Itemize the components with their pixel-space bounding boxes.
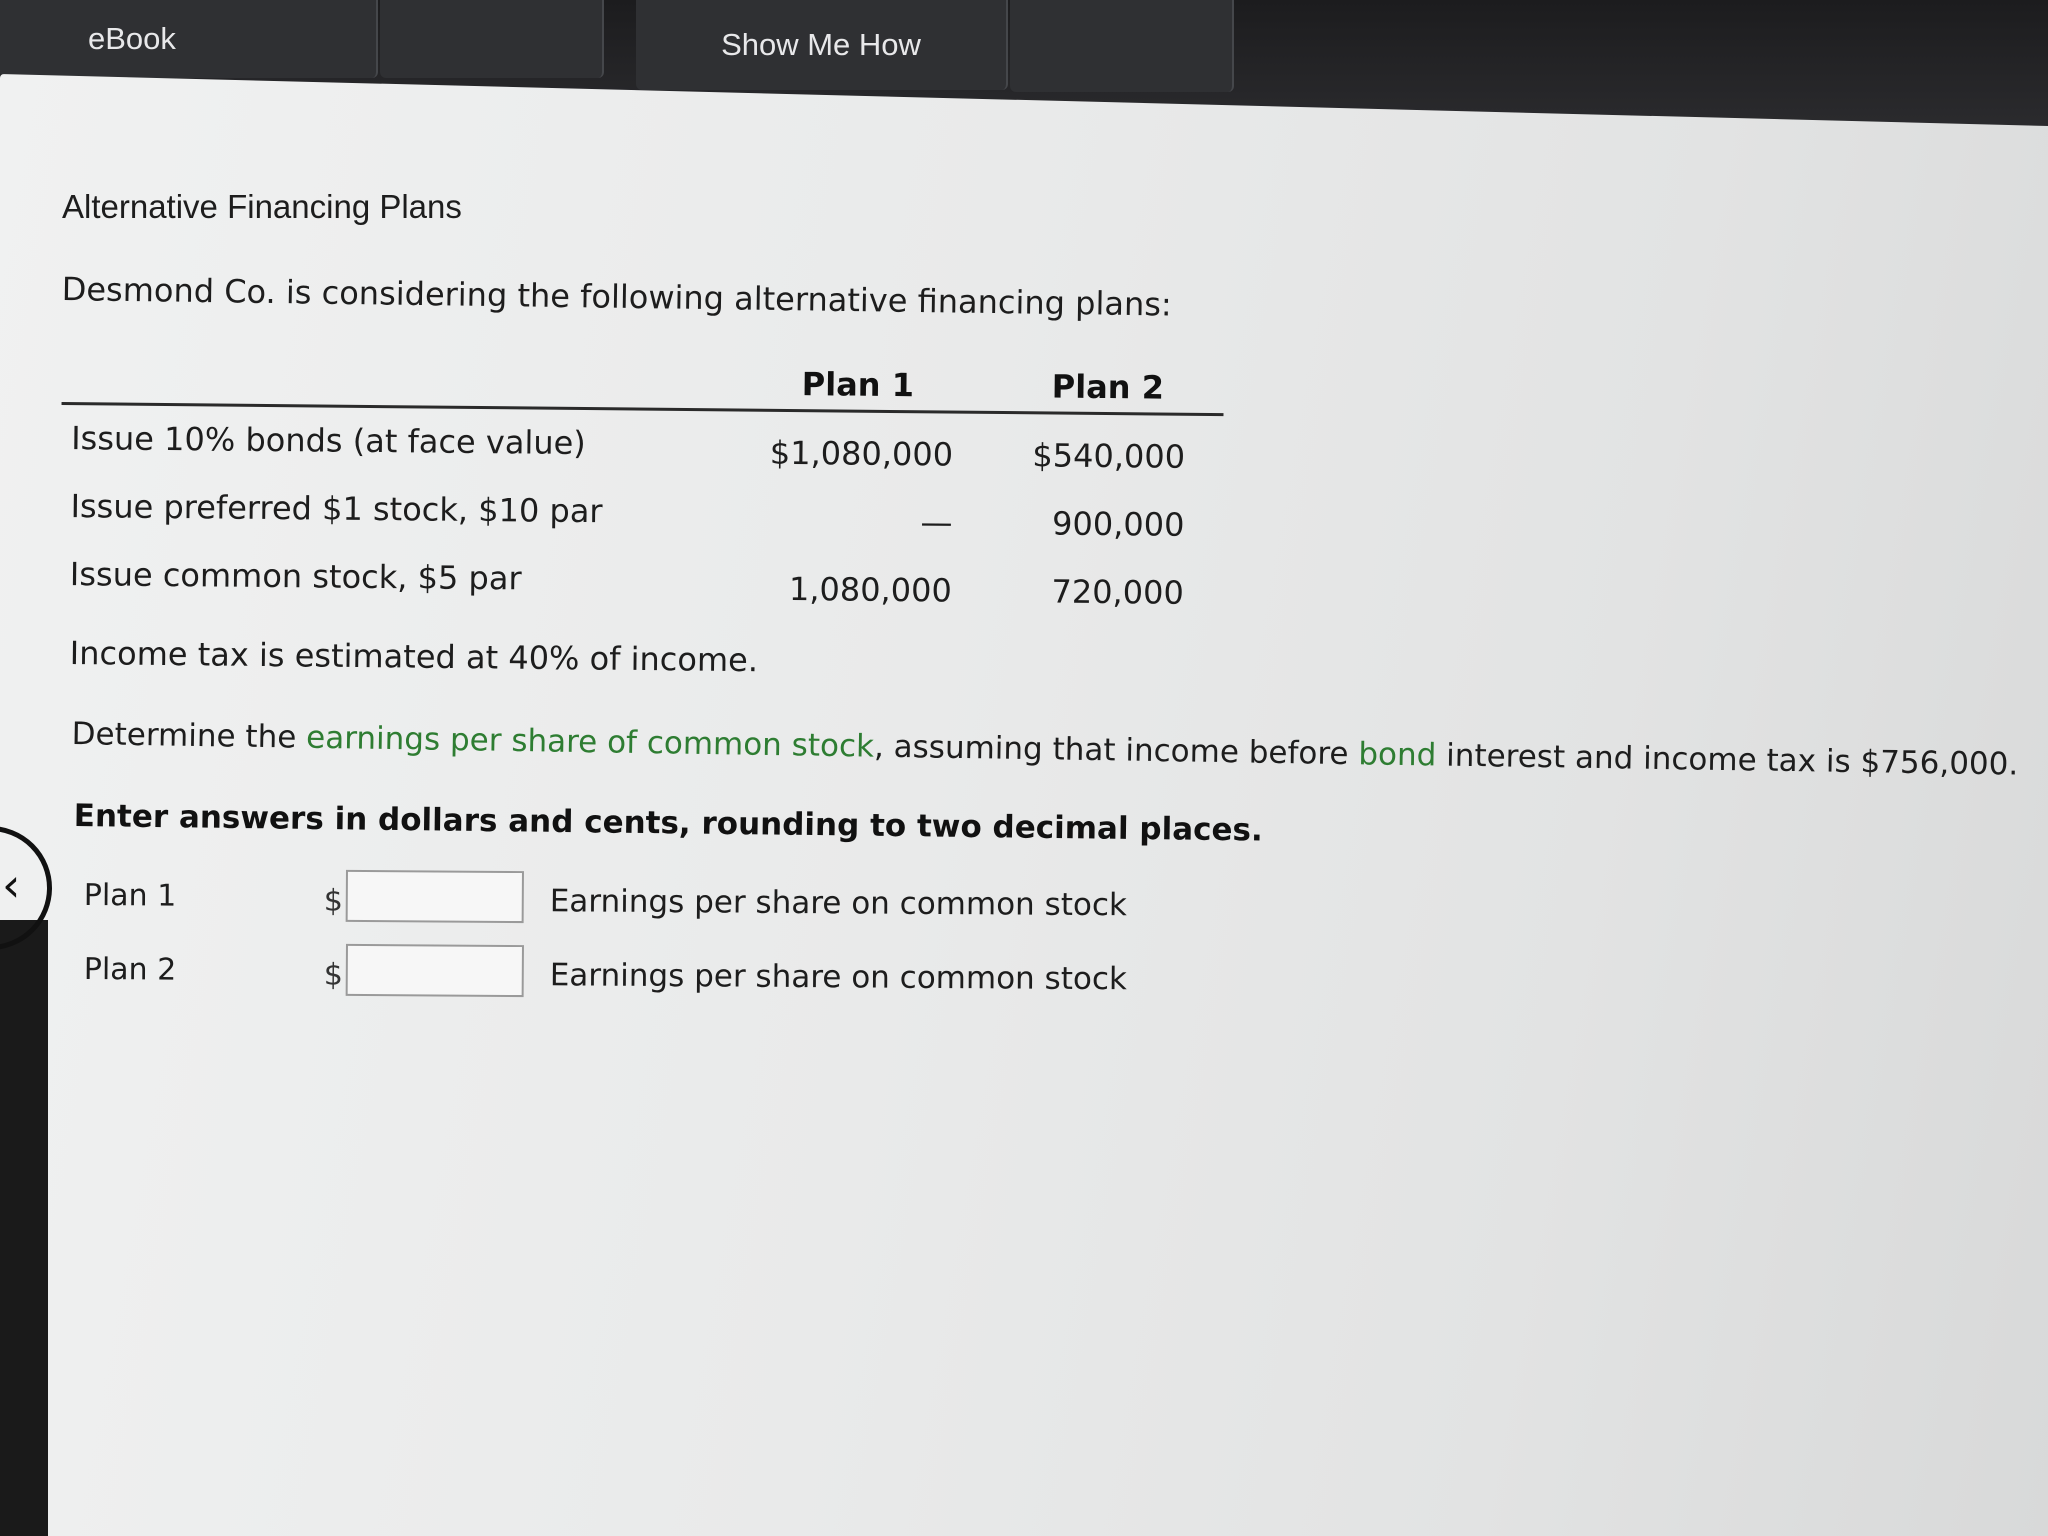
plan1-value: $1,080,000: [769, 433, 954, 474]
tab-ebook[interactable]: eBook: [0, 0, 378, 78]
row-label: Issue preferred $1 stock, $10 par: [70, 487, 603, 531]
question-text: Determine the earnings per share of comm…: [71, 716, 2018, 783]
tab-ebook-label: eBook: [88, 21, 176, 56]
table-row: Issue preferred $1 stock, $10 par — 900,…: [60, 473, 1223, 552]
answer-description: Earnings per share on common stock: [549, 957, 1128, 998]
plan1-eps-input[interactable]: [345, 869, 524, 924]
answer-row-plan2: Plan 2 $ Earnings per share on common st…: [84, 942, 1184, 1010]
table-row: Issue common stock, $5 par 1,080,000 720…: [60, 541, 1223, 620]
financing-plans-table: Plan 1 Plan 2 Issue 10% bonds (at face v…: [60, 356, 1224, 620]
glossary-link-eps[interactable]: earnings per share of common stock: [306, 720, 874, 765]
question-part: interest and income tax is $756,000.: [1436, 737, 2019, 783]
instruction-text: Enter answers in dollars and cents, roun…: [73, 798, 1263, 849]
question-part: , assuming that income before: [873, 728, 1359, 773]
glossary-link-bond[interactable]: bond: [1358, 736, 1437, 773]
tab-blank[interactable]: [380, 0, 604, 78]
tab-show-me-how-label: Show Me How: [721, 27, 921, 62]
column-header-plan1: Plan 1: [801, 365, 915, 405]
plan2-value: $540,000: [1032, 436, 1186, 476]
plan1-value: —: [920, 503, 953, 542]
plan2-value: 720,000: [1051, 572, 1184, 612]
plan2-value: 900,000: [1051, 504, 1185, 544]
row-label: Issue 10% bonds (at face value): [71, 419, 586, 463]
tab-blank[interactable]: [1010, 0, 1234, 92]
tab-show-me-how[interactable]: Show Me How: [636, 0, 1008, 90]
currency-symbol: $: [323, 883, 343, 919]
page-title: Alternative Financing Plans: [62, 188, 462, 225]
screen-bezel: [0, 920, 48, 1536]
row-label: Issue common stock, $5 par: [69, 555, 522, 598]
table-row: Issue 10% bonds (at face value) $1,080,0…: [61, 405, 1224, 484]
tax-note: Income tax is estimated at 40% of income…: [69, 634, 759, 680]
chevron-left-icon: ‹: [2, 858, 21, 912]
column-header-plan2: Plan 2: [1051, 367, 1165, 407]
question-part: Determine the: [71, 716, 307, 756]
currency-symbol: $: [323, 957, 343, 993]
answer-row-plan1: Plan 1 $ Earnings per share on common st…: [84, 868, 1184, 936]
intro-text: Desmond Co. is considering the following…: [61, 270, 1172, 324]
plan2-eps-input[interactable]: [345, 943, 524, 998]
answer-label: Plan 1: [83, 877, 177, 914]
content-page: Alternative Financing Plans Desmond Co. …: [0, 74, 2048, 1536]
plan1-value: 1,080,000: [788, 569, 952, 610]
answer-label: Plan 2: [83, 951, 177, 988]
answer-description: Earnings per share on common stock: [549, 883, 1128, 924]
